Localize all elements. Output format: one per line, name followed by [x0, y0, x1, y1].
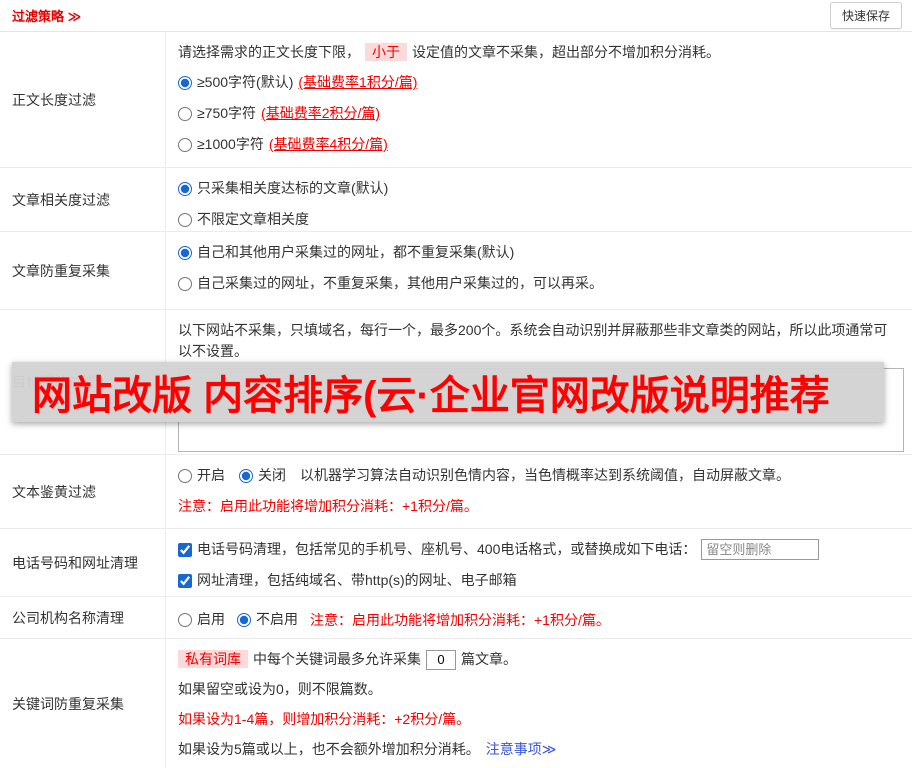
relevance-option-any[interactable]: 不限定文章相关度 [178, 209, 904, 230]
company-option-off[interactable]: 不启用 [237, 609, 298, 630]
porn-options-line: 开启 关闭 以机器学习算法自动识别色情内容，当色情概率达到系统阈值，自动屏蔽文章… [178, 465, 904, 486]
phone-clean-checkbox[interactable] [178, 542, 192, 557]
filter-strategy-page: 过滤策略 ≫ 快速保存 正文长度过滤 请选择需求的正文长度下限， 小于 设定值的文章… [0, 0, 912, 768]
row-content: 电话号码清理，包括常见的手机号、座机号、400电话格式，或替换成如下电话： 网址… [166, 529, 912, 596]
url-clean-checkbox[interactable] [178, 573, 192, 588]
row-label: 电话号码和网址清理 [0, 529, 166, 596]
porn-option-off-label: 关闭 [258, 467, 286, 483]
length-radio-1000[interactable] [178, 137, 192, 152]
relevance-option-strict[interactable]: 只采集相关度达标的文章(默认) [178, 178, 904, 199]
row-dedupe-filter: 文章防重复采集 自己和其他用户采集过的网址，都不重复采集(默认) 自己采集过的网… [0, 232, 912, 310]
url-clean-label: 网址清理，包括纯域名、带http(s)的网址、电子邮箱 [197, 572, 517, 588]
row-content: 启用 不启用 注意：启用此功能将增加积分消耗：+1积分/篇。 [166, 597, 912, 638]
company-option-on-label: 启用 [197, 611, 225, 627]
company-cost-note: 注意：启用此功能将增加积分消耗：+1积分/篇。 [310, 611, 610, 628]
row-label: 文章防重复采集 [0, 232, 166, 309]
dedupe-option-self-only[interactable]: 自己采集过的网址，不重复采集，其他用户采集过的，可以再采。 [178, 273, 904, 294]
length-intro-post: 设定值的文章不采集，超出部分不增加积分消耗。 [412, 44, 720, 60]
phone-clean-label: 电话号码清理，包括常见的手机号、座机号、400电话格式，或替换成如下电话： [197, 541, 697, 557]
company-radio-off[interactable] [237, 612, 251, 627]
porn-desc: 以机器学习算法自动识别色情内容，当色情概率达到系统阈值，自动屏蔽文章。 [300, 467, 790, 483]
quick-save-button[interactable]: 快速保存 [829, 2, 902, 29]
row-label: 正文长度过滤 [0, 32, 166, 167]
row-keyword-dedupe: 关键词防重复采集 私有词库中每个关键词最多允许采集 篇文章。 如果留空或设为0，则… [0, 639, 912, 768]
keyword-limit-post: 篇文章。 [461, 651, 517, 667]
relevance-option-any-label: 不限定文章相关度 [197, 211, 309, 227]
length-option-1000[interactable]: ≥1000字符 (基础费率4积分/篇) [178, 134, 904, 155]
porn-radio-off[interactable] [239, 468, 253, 483]
row-content: 私有词库中每个关键词最多允许采集 篇文章。 如果留空或设为0，则不限篇数。 如果设… [166, 639, 912, 768]
length-option-1000-label: ≥1000字符 [197, 136, 264, 152]
dedupe-radio-all-users[interactable] [178, 245, 192, 260]
page-title[interactable]: 过滤策略 ≫ [12, 6, 81, 25]
keyword-note-cost: 如果设为1-4篇，则增加积分消耗：+2积分/篇。 [178, 711, 471, 727]
url-clean-option[interactable]: 网址清理，包括纯域名、带http(s)的网址、电子邮箱 [178, 570, 904, 591]
keyword-limit-input[interactable] [426, 649, 456, 670]
sites-desc-line1: 以下网站不采集，只填域名，每行一个，最多200个。系统会自动识别并屏蔽那些非文章… [178, 322, 888, 338]
dedupe-option-all-users-label: 自己和其他用户采集过的网址，都不重复采集(默认) [197, 244, 515, 260]
row-content: 请选择需求的正文长度下限， 小于 设定值的文章不采集，超出部分不增加积分消耗。 ≥5… [166, 32, 912, 167]
dedupe-radio-self-only[interactable] [178, 276, 192, 291]
relevance-radio-any[interactable] [178, 212, 192, 227]
sites-desc-line2: 以不设置。 [178, 343, 248, 359]
dedupe-option-self-only-label: 自己采集过的网址，不重复采集，其他用户采集过的，可以再采。 [197, 275, 603, 291]
row-label: 文本鉴黄过滤 [0, 455, 166, 528]
length-intro-pre: 请选择需求的正文长度下限， [178, 44, 360, 60]
keyword-limit-mid: 中每个关键词最多允许采集 [253, 651, 421, 667]
company-option-on[interactable]: 启用 [178, 609, 225, 630]
row-phone-url-clean: 电话号码和网址清理 电话号码清理，包括常见的手机号、座机号、400电话格式，或替… [0, 529, 912, 597]
row-porn-filter: 文本鉴黄过滤 开启 关闭 以机器学习算法自动识别色情内容，当色情概率达到系统阈值… [0, 455, 912, 529]
porn-cost-note: 注意：启用此功能将增加积分消耗：+1积分/篇。 [178, 498, 478, 514]
length-option-750[interactable]: ≥750字符 (基础费率2积分/篇) [178, 103, 904, 124]
row-label: 文章相关度过滤 [0, 168, 166, 231]
top-bar: 过滤策略 ≫ 快速保存 [0, 0, 912, 32]
row-label: 关键词防重复采集 [0, 639, 166, 768]
length-option-750-fee: (基础费率2积分/篇) [261, 105, 381, 121]
company-option-off-label: 不启用 [256, 611, 298, 627]
row-company-clean: 公司机构名称清理 启用 不启用 注意：启用此功能将增加积分消耗：+1积分/篇。 [0, 597, 912, 639]
row-content: 只采集相关度达标的文章(默认) 不限定文章相关度 [166, 168, 912, 231]
keyword-note-five-text: 如果设为5篇或以上，也不会额外增加积分消耗。 [178, 741, 480, 757]
notice-link[interactable]: 注意事项≫ [486, 741, 557, 757]
porn-option-on[interactable]: 开启 [178, 465, 225, 486]
length-option-750-label: ≥750字符 [197, 105, 257, 121]
company-radio-on[interactable] [178, 612, 192, 627]
watermark-banner: 网站改版 内容排序(云·企业官网改版说明推荐 [12, 362, 884, 422]
length-option-500[interactable]: ≥500字符(默认) (基础费率1积分/篇) [178, 72, 904, 93]
keyword-limit-line: 私有词库中每个关键词最多允许采集 篇文章。 [178, 649, 904, 670]
dedupe-option-all-users[interactable]: 自己和其他用户采集过的网址，都不重复采集(默认) [178, 242, 904, 263]
row-body-length-filter: 正文长度过滤 请选择需求的正文长度下限， 小于 设定值的文章不采集，超出部分不增加积… [0, 32, 912, 168]
row-label: 公司机构名称清理 [0, 597, 166, 638]
keyword-note-five: 如果设为5篇或以上，也不会额外增加积分消耗。 注意事项≫ [178, 739, 904, 760]
porn-radio-on[interactable] [178, 468, 192, 483]
porn-option-on-label: 开启 [197, 467, 225, 483]
length-radio-500[interactable] [178, 75, 192, 90]
length-option-500-fee: (基础费率1积分/篇) [298, 74, 418, 90]
replacement-phone-input[interactable] [701, 539, 820, 560]
phone-clean-option[interactable]: 电话号码清理，包括常见的手机号、座机号、400电话格式，或替换成如下电话： [178, 539, 904, 560]
porn-option-off[interactable]: 关闭 [239, 465, 286, 486]
length-option-1000-fee: (基础费率4积分/篇) [268, 136, 388, 152]
length-option-500-label: ≥500字符(默认) [197, 74, 294, 90]
watermark-text: 网站改版 内容排序(云·企业官网改版说明推荐 [32, 374, 830, 418]
less-than-highlight: 小于 [365, 43, 407, 61]
length-intro: 请选择需求的正文长度下限， 小于 设定值的文章不采集，超出部分不增加积分消耗。 [178, 42, 904, 63]
relevance-option-strict-label: 只采集相关度达标的文章(默认) [197, 180, 389, 196]
private-lexicon-highlight: 私有词库 [178, 650, 248, 668]
row-relevance-filter: 文章相关度过滤 只采集相关度达标的文章(默认) 不限定文章相关度 [0, 168, 912, 232]
relevance-radio-strict[interactable] [178, 181, 192, 196]
keyword-note-zero: 如果留空或设为0，则不限篇数。 [178, 681, 382, 697]
row-content: 自己和其他用户采集过的网址，都不重复采集(默认) 自己采集过的网址，不重复采集，… [166, 232, 912, 309]
length-radio-750[interactable] [178, 106, 192, 121]
row-content: 开启 关闭 以机器学习算法自动识别色情内容，当色情概率达到系统阈值，自动屏蔽文章… [166, 455, 912, 528]
